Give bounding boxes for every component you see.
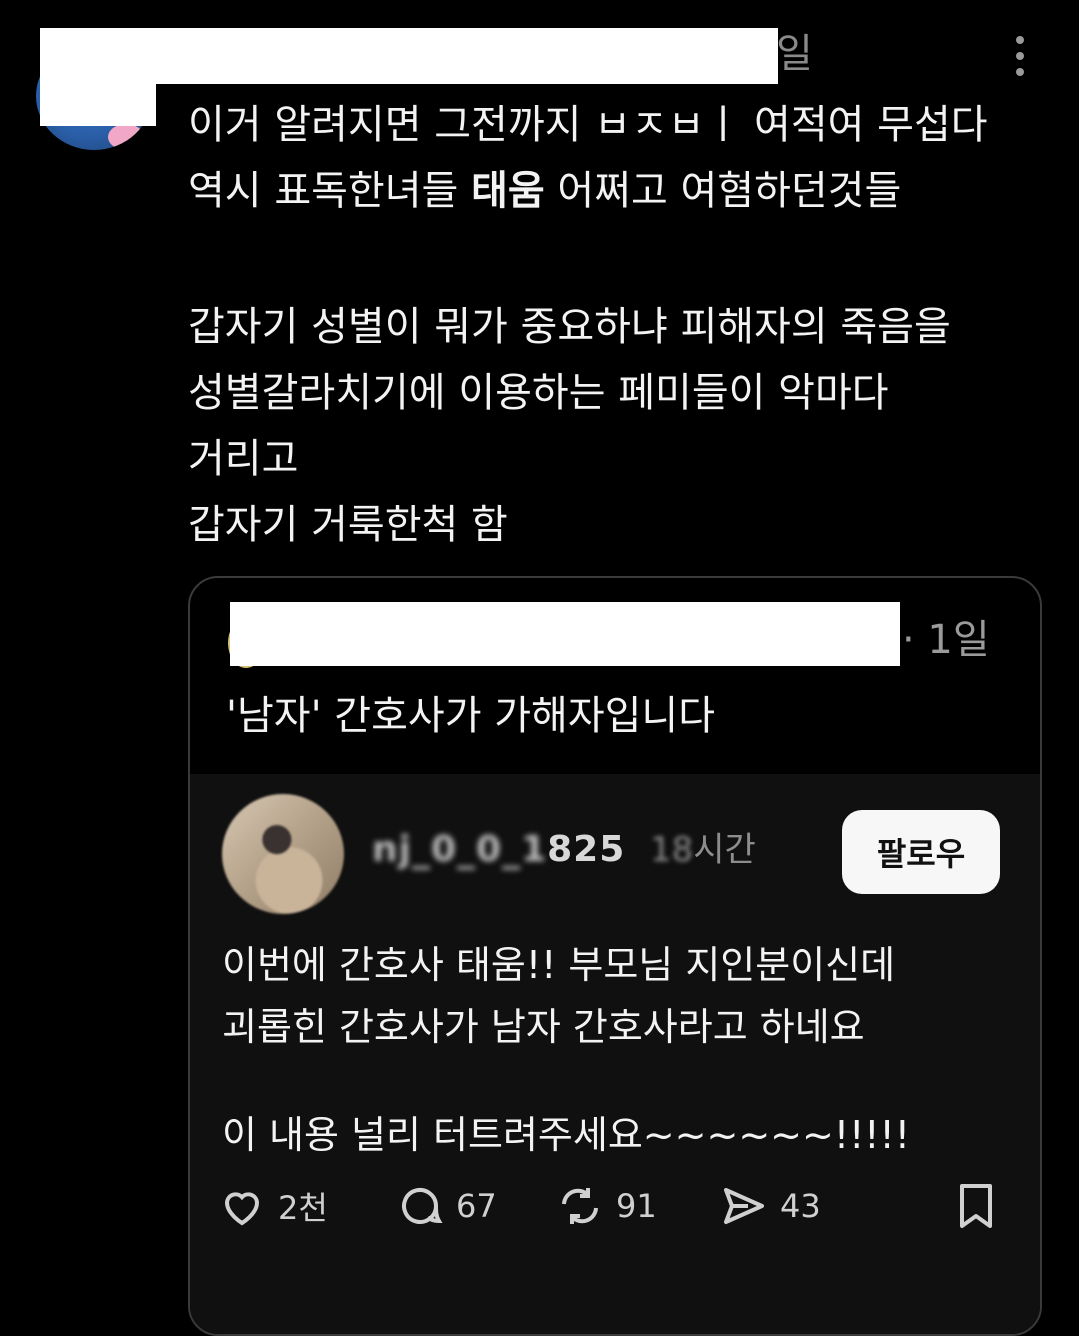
share-icon xyxy=(724,1188,764,1224)
quoted-post-text: '남자' 간호사가 가해자입니다 xyxy=(226,693,716,739)
share-count: 43 xyxy=(780,1187,821,1225)
post-time: 일 xyxy=(776,31,813,77)
reply-count: 67 xyxy=(456,1187,497,1225)
post-line: 성별갈라치기에 이용하는 페미들이 악마다 xyxy=(188,370,889,416)
heart-icon xyxy=(224,1192,260,1226)
emphasis-word: 태움 xyxy=(471,168,545,214)
post-line: 갑자기 성별이 뭐가 중요하냐 피해자의 죽음을 xyxy=(188,304,951,350)
embedded-line: 괴롭힌 간호사가 남자 간호사라고 하네요 xyxy=(222,1005,865,1049)
post-line: 역시 표독한녀들 태움 어쩌고 여혐하던것들 xyxy=(188,168,902,214)
post-line: 거리고 xyxy=(188,436,299,482)
post-line: 갑자기 거룩한척 함 xyxy=(188,502,508,548)
reply-button[interactable]: 67 xyxy=(396,1182,497,1230)
post-line: 이거 알려지면 그전까지 ㅂㅈㅂㅣ 여적여 무섭다 xyxy=(188,102,988,148)
quoted-post-time: · 1일 xyxy=(902,617,990,663)
embedded-avatar xyxy=(222,794,344,914)
embedded-time: 18시간 xyxy=(650,830,756,870)
redacted-quoted-author xyxy=(230,602,900,666)
reply-icon xyxy=(402,1188,443,1224)
quoted-post-card[interactable]: · 1일 '남자' 간호사가 가해자입니다 nj_0_0_1825 18시간 팔… xyxy=(188,576,1042,1336)
more-options-icon[interactable] xyxy=(1004,36,1036,76)
share-button[interactable]: 43 xyxy=(720,1182,821,1230)
bookmark-icon[interactable] xyxy=(956,1182,996,1230)
embedded-username: nj_0_0_1825 xyxy=(372,829,626,870)
embedded-line: 이번에 간호사 태움!! 부모님 지인분이신데 xyxy=(222,943,896,987)
like-button[interactable]: 2천 xyxy=(218,1182,328,1230)
repost-button[interactable]: 91 xyxy=(556,1182,657,1230)
redacted-author-name xyxy=(40,28,778,84)
repost-icon xyxy=(562,1188,598,1224)
embedded-post-body: 이번에 간호사 태움!! 부모님 지인분이신데 괴롭힌 간호사가 남자 간호사라… xyxy=(222,934,1022,1166)
follow-button[interactable]: 팔로우 xyxy=(842,810,1000,894)
embedded-line: 이 내용 널리 터트려주세요~~~~~~!!!!! xyxy=(222,1113,911,1157)
like-count: 2천 xyxy=(278,1189,328,1227)
embedded-screenshot: nj_0_0_1825 18시간 팔로우 이번에 간호사 태움!! 부모님 지인… xyxy=(190,774,1040,1334)
post-body: 이거 알려지면 그전까지 ㅂㅈㅂㅣ 여적여 무섭다 역시 표독한녀들 태움 어쩌… xyxy=(188,92,1068,558)
redacted-avatar-area xyxy=(40,84,156,126)
repost-count: 91 xyxy=(616,1187,657,1225)
